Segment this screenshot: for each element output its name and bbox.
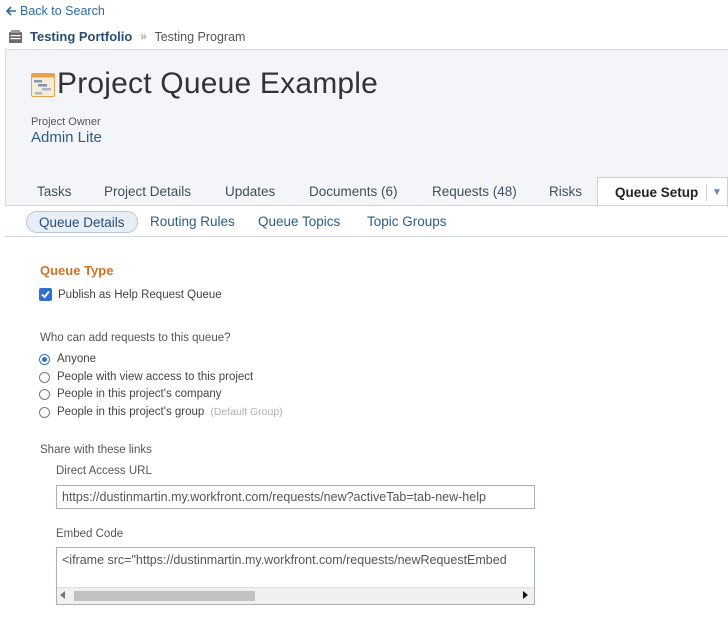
tab-queue-setup-label: Queue Setup (615, 185, 699, 200)
tab-queue-setup[interactable]: Queue Setup ▼ (597, 177, 728, 207)
scroll-left-icon[interactable] (60, 591, 65, 599)
tab-tasks[interactable]: Tasks (37, 177, 72, 206)
radio-row-group: People in this project's group (Default … (39, 406, 283, 418)
breadcrumb: Testing Portfolio » Testing Program (8, 29, 245, 44)
radio-row-view-access: People with view access to this project (39, 371, 253, 383)
breadcrumb-separator: » (140, 30, 147, 43)
back-arrow-icon (5, 6, 16, 16)
publish-help-queue-label: Publish as Help Request Queue (58, 288, 222, 301)
embed-code-text: <iframe src="https://dustinmartin.my.wor… (62, 553, 507, 567)
scrollbar-thumb[interactable] (74, 591, 255, 601)
publish-help-queue-checkbox[interactable] (39, 288, 52, 301)
radio-group[interactable] (39, 406, 50, 418)
back-to-search-link[interactable]: Back to Search (5, 4, 105, 18)
radio-view-access-label: People with view access to this project (57, 371, 254, 383)
radio-company-label: People in this project's company (57, 388, 222, 400)
queue-subnav: Queue Details Routing Rules Queue Topics… (5, 205, 728, 237)
tab-risks[interactable]: Risks (549, 177, 582, 206)
breadcrumb-program-link[interactable]: Testing Program (154, 30, 245, 44)
back-to-search-label: Back to Search (20, 4, 105, 18)
who-can-add-question: Who can add requests to this queue? (40, 332, 231, 344)
embed-code-label: Embed Code (56, 528, 124, 540)
radio-anyone[interactable] (39, 353, 50, 365)
direct-url-label: Direct Access URL (56, 465, 152, 477)
tab-updates[interactable]: Updates (225, 177, 275, 206)
radio-company[interactable] (39, 388, 50, 400)
radio-row-anyone: Anyone (39, 353, 96, 365)
direct-url-field[interactable]: https://dustinmartin.my.workfront.com/re… (56, 485, 535, 509)
radio-view-access[interactable] (39, 371, 50, 383)
project-owner-label: Project Owner (31, 116, 101, 128)
tab-project-details[interactable]: Project Details (104, 177, 191, 206)
project-owner-link[interactable]: Admin Lite (31, 129, 102, 146)
subtab-topic-groups[interactable]: Topic Groups (367, 211, 447, 233)
breadcrumb-portfolio-link[interactable]: Testing Portfolio (30, 29, 132, 44)
portfolio-icon (9, 30, 22, 43)
project-tabs: Tasks Project Details Updates Documents … (5, 177, 728, 207)
default-group-hint: (Default Group) (210, 406, 283, 418)
publish-help-queue-row: Publish as Help Request Queue (39, 288, 222, 301)
radio-anyone-label: Anyone (57, 353, 97, 365)
radio-row-company: People in this project's company (39, 388, 222, 400)
queue-type-heading: Queue Type (40, 263, 114, 278)
embed-code-field[interactable]: <iframe src="https://dustinmartin.my.wor… (56, 547, 535, 605)
subtab-routing-rules[interactable]: Routing Rules (150, 211, 235, 233)
project-title: Project Queue Example (57, 67, 379, 100)
embed-horizontal-scrollbar[interactable] (57, 587, 534, 604)
dropdown-caret-icon[interactable]: ▼ (706, 184, 727, 201)
tab-documents[interactable]: Documents (6) (309, 177, 398, 206)
scroll-right-icon[interactable] (523, 591, 528, 599)
subtab-queue-details[interactable]: Queue Details (26, 211, 138, 233)
checkmark-icon (41, 290, 50, 299)
project-gantt-icon (31, 73, 55, 97)
radio-group-label: People in this project's group (57, 406, 205, 418)
subtab-queue-topics[interactable]: Queue Topics (258, 211, 340, 233)
share-links-label: Share with these links (40, 444, 152, 456)
tab-requests[interactable]: Requests (48) (432, 177, 517, 206)
